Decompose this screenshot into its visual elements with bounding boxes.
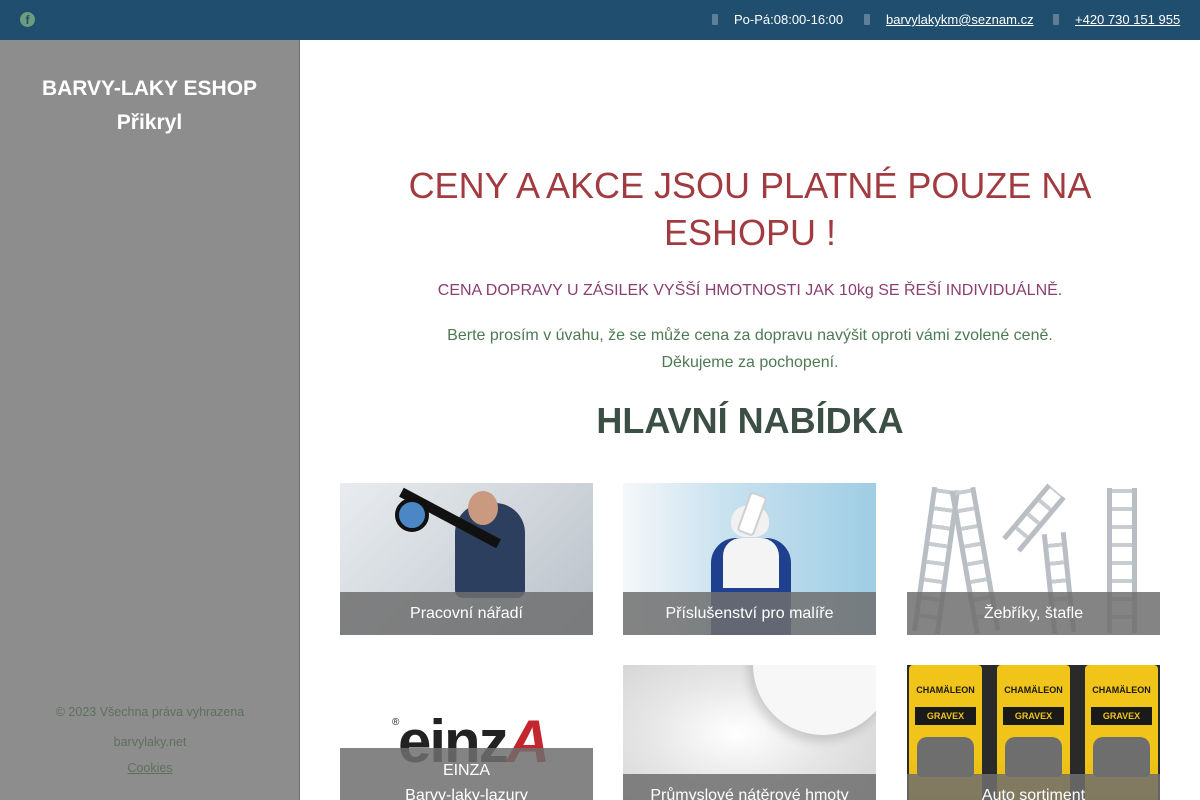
clock-icon — [712, 14, 718, 25]
category-card-industrial-paints[interactable]: Průmyslové nátěrové hmoty — [623, 665, 876, 800]
category-label: Pracovní nářadí — [340, 592, 593, 635]
shipping-info: Berte prosím v úvahu, že se může cena za… — [340, 322, 1160, 376]
brand-line-1: BARVY-LAKY ESHOP — [41, 77, 258, 100]
info-line-1: Berte prosím v úvahu, že se může cena za… — [447, 327, 1053, 344]
brand-line-2: Přikryl — [116, 111, 183, 134]
category-card-einza[interactable]: ® einzA EINZA Barvy-laky-lazury — [340, 665, 593, 800]
category-label-line-1: EINZA — [442, 762, 491, 779]
info-line-2: Děkujeme za pochopení. — [661, 354, 839, 371]
main-content: CENY A AKCE JSOU PLATNÉ POUZE NA ESHOPU … — [300, 40, 1200, 800]
page-headline: CENY A AKCE JSOU PLATNÉ POUZE NA ESHOPU … — [408, 165, 1092, 253]
category-label-line-2: Barvy-laky-lazury — [405, 787, 528, 800]
category-card-ladders[interactable]: Žebříky, štafle — [907, 483, 1160, 635]
email-link[interactable]: barvylakykm@seznam.cz — [886, 12, 1034, 27]
email-contact: barvylakykm@seznam.cz — [864, 12, 1034, 27]
copyright-text: © 2023 Všechna práva vyhrazena — [55, 705, 245, 719]
phone-contact: +420 730 151 955 — [1053, 12, 1180, 27]
cookies-link[interactable]: Cookies — [127, 761, 172, 775]
category-label: Příslušenství pro malíře — [623, 592, 876, 635]
opening-hours: Po-Pá:08:00-16:00 — [712, 12, 843, 27]
domain-text: barvylaky.net — [113, 735, 187, 749]
shipping-notice: CENA DOPRAVY U ZÁSILEK VYŠŠÍ HMOTNOSTI J… — [437, 282, 1063, 299]
opening-hours-text: Po-Pá:08:00-16:00 — [734, 12, 844, 27]
category-card-painter-supplies[interactable]: Příslušenství pro malíře — [623, 483, 876, 635]
section-title: HLAVNÍ NABÍDKA — [596, 400, 904, 441]
sidebar: BARVY-LAKY ESHOP Přikryl © 2023 Všechna … — [0, 40, 300, 800]
mail-icon — [864, 14, 870, 25]
phone-link[interactable]: +420 730 151 955 — [1075, 12, 1180, 27]
category-card-auto[interactable]: CHAMÄLEON GRAVEX CHAMÄLEON GRAVEX CHAMÄLEO… — [907, 665, 1160, 800]
category-label: EINZA Barvy-laky-lazury — [340, 748, 593, 800]
category-label: Průmyslové nátěrové hmoty — [623, 774, 876, 800]
category-label: Auto sortiment — [907, 774, 1160, 800]
category-label: Žebříky, štafle — [907, 592, 1160, 635]
site-brand[interactable]: BARVY-LAKY ESHOP Přikryl — [0, 72, 299, 140]
cookies-footer: Cookies — [0, 761, 300, 775]
top-bar: f Po-Pá:08:00-16:00 barvylakykm@seznam.c… — [0, 0, 1200, 40]
category-card-work-tools[interactable]: Pracovní nářadí — [340, 483, 593, 635]
phone-icon — [1053, 14, 1059, 25]
facebook-icon[interactable]: f — [20, 12, 35, 27]
